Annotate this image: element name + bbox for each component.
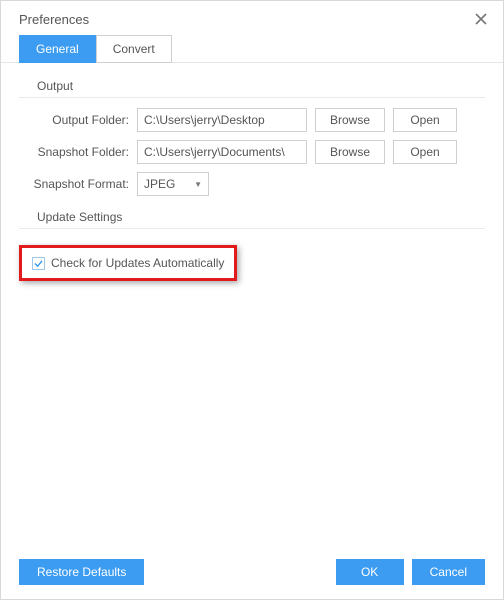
cancel-button[interactable]: Cancel [412, 559, 485, 585]
update-section: Update Settings Check for Updates Automa… [19, 206, 485, 281]
content-area: Output Output Folder: Browse Open Snapsh… [1, 63, 503, 549]
output-folder-label: Output Folder: [19, 113, 129, 127]
check-updates-checkbox[interactable] [32, 257, 45, 270]
snapshot-folder-input[interactable] [137, 140, 307, 164]
footer-right: OK Cancel [336, 559, 485, 585]
snapshot-folder-browse-button[interactable]: Browse [315, 140, 385, 164]
ok-button[interactable]: OK [336, 559, 404, 585]
titlebar: Preferences [1, 1, 503, 35]
dialog-title: Preferences [19, 12, 89, 27]
update-section-header: Update Settings [19, 206, 485, 229]
output-section-header: Output [19, 75, 485, 98]
snapshot-folder-row: Snapshot Folder: Browse Open [19, 140, 485, 164]
chevron-down-icon: ▼ [194, 180, 202, 189]
snapshot-format-value: JPEG [144, 177, 175, 191]
check-updates-row: Check for Updates Automatically [22, 248, 234, 278]
preferences-dialog: Preferences General Convert Output Outpu… [0, 0, 504, 600]
tab-convert[interactable]: Convert [96, 35, 172, 63]
snapshot-format-label: Snapshot Format: [19, 177, 129, 191]
snapshot-format-select[interactable]: JPEG ▼ [137, 172, 209, 196]
tab-general[interactable]: General [19, 35, 96, 63]
check-icon [34, 259, 43, 268]
close-icon [475, 13, 487, 25]
output-folder-row: Output Folder: Browse Open [19, 108, 485, 132]
output-folder-open-button[interactable]: Open [393, 108, 457, 132]
restore-defaults-button[interactable]: Restore Defaults [19, 559, 144, 585]
output-folder-browse-button[interactable]: Browse [315, 108, 385, 132]
tab-bar: General Convert [1, 35, 503, 63]
highlight-annotation: Check for Updates Automatically [19, 245, 237, 281]
check-updates-label: Check for Updates Automatically [51, 256, 224, 270]
footer: Restore Defaults OK Cancel [1, 549, 503, 599]
close-button[interactable] [471, 9, 491, 29]
output-folder-input[interactable] [137, 108, 307, 132]
snapshot-format-row: Snapshot Format: JPEG ▼ [19, 172, 485, 196]
snapshot-folder-open-button[interactable]: Open [393, 140, 457, 164]
snapshot-folder-label: Snapshot Folder: [19, 145, 129, 159]
